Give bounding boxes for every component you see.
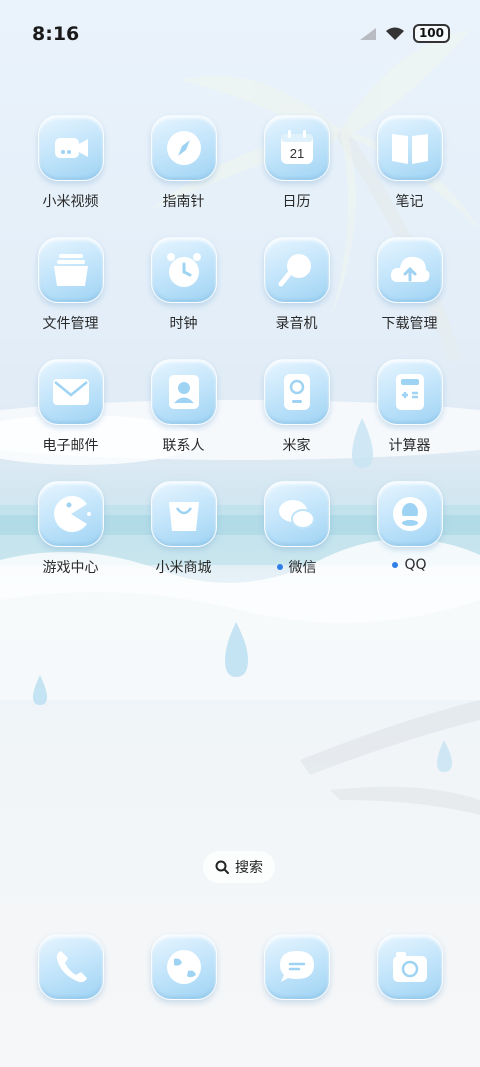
- home-device-icon: [263, 359, 330, 425]
- penguin-icon: [376, 481, 443, 547]
- notification-dot: [392, 562, 399, 568]
- envelope-icon: [37, 359, 104, 425]
- cellular-signal-icon: [359, 27, 376, 40]
- dock-browser[interactable]: [127, 934, 240, 1004]
- app-label: 指南针: [162, 194, 205, 210]
- cloud-upload-icon: [376, 237, 443, 303]
- app-clock[interactable]: 时钟: [127, 237, 240, 335]
- microphone-icon: [263, 237, 330, 303]
- search-button[interactable]: 搜索: [203, 851, 275, 883]
- app-label: 微信: [276, 557, 317, 577]
- search-icon: [215, 860, 229, 874]
- app-compass[interactable]: 指南针: [127, 115, 240, 213]
- app-qq[interactable]: QQ: [353, 481, 466, 579]
- app-mi-video[interactable]: 小米视频: [14, 115, 127, 213]
- search-label: 搜索: [235, 860, 263, 876]
- wifi-icon: [385, 27, 404, 40]
- app-label: 小米视频: [42, 194, 99, 210]
- folder-basket-icon: [37, 237, 104, 303]
- shopping-bag-icon: [150, 481, 217, 547]
- app-label: 录音机: [275, 316, 318, 332]
- app-label: 米家: [282, 438, 311, 454]
- app-game-center[interactable]: 游戏中心: [14, 481, 127, 579]
- video-camera-icon: [37, 115, 104, 181]
- app-label: 电子邮件: [42, 438, 99, 454]
- app-recorder[interactable]: 录音机: [240, 237, 353, 335]
- app-label: 文件管理: [42, 316, 99, 332]
- app-label: 计算器: [388, 438, 431, 454]
- app-contacts[interactable]: 联系人: [127, 359, 240, 457]
- dock-messages[interactable]: [240, 934, 353, 1004]
- app-mi-store[interactable]: 小米商城: [127, 481, 240, 579]
- app-download-manager[interactable]: 下载管理: [353, 237, 466, 335]
- app-label: 联系人: [162, 438, 205, 454]
- pacman-icon: [37, 481, 104, 547]
- app-label: 笔记: [395, 194, 424, 210]
- book-icon: [376, 115, 443, 181]
- chat-bubbles-icon: [263, 481, 330, 547]
- status-bar: 8:16 100: [0, 0, 480, 68]
- app-label: 游戏中心: [42, 560, 99, 576]
- notification-dot: [276, 564, 283, 570]
- phone-icon: [37, 934, 104, 1000]
- dock-phone[interactable]: [14, 934, 127, 1004]
- app-label: QQ: [392, 557, 427, 573]
- app-label: 小米商城: [155, 560, 212, 576]
- app-email[interactable]: 电子邮件: [14, 359, 127, 457]
- app-calendar[interactable]: 21 日历: [240, 115, 353, 213]
- app-label: 日历: [282, 194, 311, 210]
- app-wechat[interactable]: 微信: [240, 481, 353, 579]
- contact-card-icon: [150, 359, 217, 425]
- calculator-icon: [376, 359, 443, 425]
- camera-icon: [376, 934, 443, 1000]
- globe-icon: [150, 934, 217, 1000]
- dock-camera[interactable]: [353, 934, 466, 1004]
- status-time: 8:16: [32, 23, 80, 45]
- app-calculator[interactable]: 计算器: [353, 359, 466, 457]
- compass-icon: [150, 115, 217, 181]
- app-notes[interactable]: 笔记: [353, 115, 466, 213]
- status-icons: 100: [359, 24, 450, 43]
- battery-indicator: 100: [412, 24, 450, 43]
- alarm-clock-icon: [150, 237, 217, 303]
- app-grid: 小米视频 指南针 21 日历 笔记 文件管理 时钟 录音机 下载管理 电子邮件 …: [14, 115, 466, 579]
- dock: [14, 934, 466, 1004]
- app-file-manager[interactable]: 文件管理: [14, 237, 127, 335]
- calendar-icon: 21: [263, 115, 330, 181]
- app-mijia[interactable]: 米家: [240, 359, 353, 457]
- message-icon: [263, 934, 330, 1000]
- app-label: 下载管理: [381, 316, 438, 332]
- calendar-day: 21: [289, 146, 303, 161]
- app-label: 时钟: [169, 316, 198, 332]
